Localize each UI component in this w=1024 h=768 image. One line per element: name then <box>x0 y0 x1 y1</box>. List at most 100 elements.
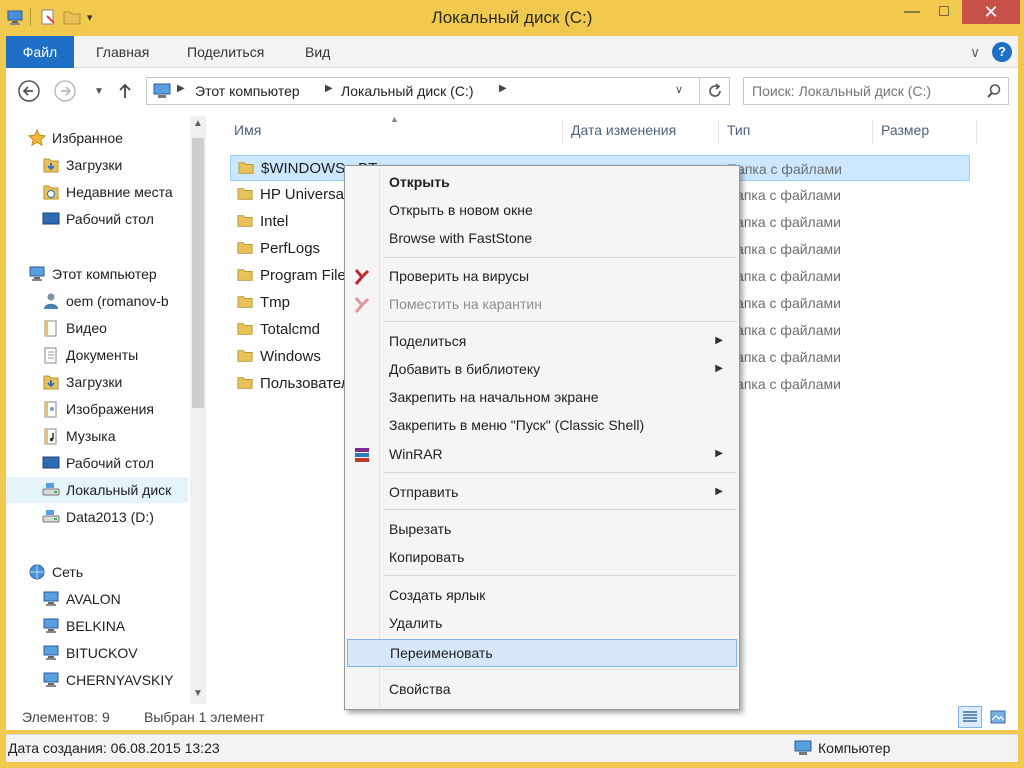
column-header-size[interactable]: Размер <box>881 122 929 146</box>
column-header-date[interactable]: Дата изменения <box>571 122 676 146</box>
sidebar-item[interactable]: Загрузки <box>6 369 188 395</box>
search-box[interactable] <box>743 77 1009 105</box>
menu-item[interactable]: Поместить на карантин <box>347 291 737 319</box>
sidebar-item[interactable]: Документы <box>6 342 188 368</box>
back-button[interactable] <box>16 78 42 104</box>
sidebar-item[interactable]: Сеть <box>6 559 188 585</box>
sidebar-item[interactable]: Рабочий стол <box>6 450 188 476</box>
breadcrumb-local-disk[interactable]: Локальный диск (C:) <box>341 83 474 99</box>
desktop-icon <box>42 212 60 225</box>
title-bar: ▾ Локальный диск (C:) — □ ✕ <box>0 0 1024 36</box>
forward-button[interactable] <box>52 78 78 104</box>
menu-item[interactable]: Вырезать <box>347 516 737 544</box>
column-separator[interactable] <box>562 120 563 144</box>
sidebar-item[interactable]: BELKINA <box>6 613 188 639</box>
tab-file[interactable]: Файл <box>6 36 74 68</box>
refresh-button[interactable] <box>700 77 730 105</box>
breadcrumb-separator-icon[interactable]: ▶ <box>177 83 185 94</box>
menu-item[interactable]: Добавить в библиотеку ▶ <box>347 356 737 384</box>
drive-icon <box>42 510 60 523</box>
sidebar-item[interactable]: Недавние места <box>6 179 188 205</box>
minimize-button[interactable]: — <box>896 0 928 24</box>
menu-item[interactable]: Закрепить на начальном экране <box>347 384 737 412</box>
sidebar-item[interactable]: Рабочий стол <box>6 206 188 232</box>
tab-home[interactable]: Главная <box>96 36 149 68</box>
computer-icon <box>43 645 59 660</box>
menu-item-label: Поделиться <box>389 333 467 349</box>
music-icon <box>44 428 57 445</box>
sidebar-item[interactable]: Data2013 (D:) <box>6 504 188 530</box>
kaspersky-icon <box>354 269 370 285</box>
folder-icon <box>237 215 253 227</box>
file-name: Program Files <box>260 267 354 284</box>
folder-icon <box>237 269 253 281</box>
sidebar-item[interactable]: BITUCKOV <box>6 640 188 666</box>
sidebar-item-label: Недавние места <box>66 184 173 200</box>
maximize-button[interactable]: □ <box>928 0 960 24</box>
breadcrumb-this-pc[interactable]: Этот компьютер <box>195 83 300 99</box>
menu-item[interactable]: Переименовать <box>347 639 737 667</box>
menu-item[interactable]: Свойства <box>347 676 737 704</box>
menu-item[interactable]: Создать ярлык <box>347 582 737 610</box>
downloads-icon <box>43 375 59 390</box>
sidebar-item[interactable]: Избранное <box>6 125 188 151</box>
close-button[interactable]: ✕ <box>962 0 1020 24</box>
sidebar-item[interactable]: AVALON <box>6 586 188 612</box>
menu-item-label: Свойства <box>389 681 451 697</box>
menu-item[interactable]: Проверить на вирусы <box>347 263 737 291</box>
scroll-up-icon[interactable]: ▲ <box>193 118 203 129</box>
address-bar[interactable]: ▶ Этот компьютер ▶ Локальный диск (C:) ▶… <box>146 77 700 105</box>
menu-item[interactable]: Удалить <box>347 610 737 638</box>
menu-item-label: Создать ярлык <box>389 587 486 603</box>
details-view-button[interactable] <box>958 706 982 728</box>
menu-item[interactable]: Открыть в новом окне <box>347 197 737 225</box>
sidebar-item-label: Этот компьютер <box>52 266 157 282</box>
item-count: Элементов: 9 <box>22 709 110 725</box>
nav-scrollbar-thumb[interactable] <box>192 138 204 408</box>
sidebar-item[interactable]: Этот компьютер <box>6 261 188 287</box>
search-icon[interactable] <box>986 83 1002 99</box>
sort-ascending-icon: ▲ <box>390 114 399 124</box>
column-header-type[interactable]: Тип <box>727 122 750 146</box>
menu-item[interactable]: Копировать <box>347 544 737 572</box>
nav-scrollbar[interactable]: ▲ ▼ <box>190 116 206 704</box>
tab-share[interactable]: Поделиться <box>187 36 264 68</box>
scroll-down-icon[interactable]: ▼ <box>193 688 203 699</box>
menu-item-label: Вырезать <box>389 521 452 537</box>
breadcrumb-separator-icon[interactable]: ▶ <box>499 83 507 94</box>
up-button[interactable] <box>112 78 138 104</box>
sidebar-item[interactable]: Изображения <box>6 396 188 422</box>
column-separator[interactable] <box>976 120 977 144</box>
drive-icon <box>42 483 60 496</box>
search-input[interactable] <box>752 82 972 100</box>
menu-separator <box>383 669 737 670</box>
sidebar-item[interactable]: Локальный диск <box>6 477 188 503</box>
large-icons-view-button[interactable] <box>986 706 1010 728</box>
sidebar-item[interactable]: Загрузки <box>6 152 188 178</box>
breadcrumb-separator-icon[interactable]: ▶ <box>325 83 333 94</box>
column-header-name[interactable]: Имя <box>234 122 261 146</box>
menu-item[interactable]: Открыть <box>347 169 737 197</box>
sidebar-item[interactable]: Музыка <box>6 423 188 449</box>
menu-separator <box>383 472 737 473</box>
menu-item[interactable]: Отправить ▶ <box>347 479 737 507</box>
ribbon-expand-icon[interactable]: ∨ <box>970 36 980 68</box>
menu-item[interactable]: Закрепить в меню "Пуск" (Classic Shell) <box>347 412 737 440</box>
sidebar-item[interactable]: CHERNYAVSKIY <box>6 667 188 693</box>
help-icon[interactable]: ? <box>992 42 1012 62</box>
downloads-icon <box>43 158 59 173</box>
sidebar-item-label: Избранное <box>52 130 123 146</box>
menu-item[interactable]: WinRAR ▶ <box>347 441 737 469</box>
address-history-dropdown-icon[interactable]: ∨ <box>675 83 683 96</box>
menu-item[interactable]: Поделиться ▶ <box>347 328 737 356</box>
menu-item-label: Копировать <box>389 549 465 565</box>
column-separator[interactable] <box>718 120 719 144</box>
sidebar-item[interactable]: Видео <box>6 315 188 341</box>
menu-item[interactable]: Browse with FastStone <box>347 225 737 253</box>
column-separator[interactable] <box>872 120 873 144</box>
sidebar-item[interactable]: oem (romanov-b <box>6 288 188 314</box>
tab-view[interactable]: Вид <box>305 36 330 68</box>
recent-locations-dropdown[interactable]: ▼ <box>86 78 112 104</box>
navigation-bar: ▼ ▶ Этот компьютер ▶ Локальный диск (C:)… <box>6 68 1018 114</box>
large-icons-view-icon <box>990 710 1006 724</box>
